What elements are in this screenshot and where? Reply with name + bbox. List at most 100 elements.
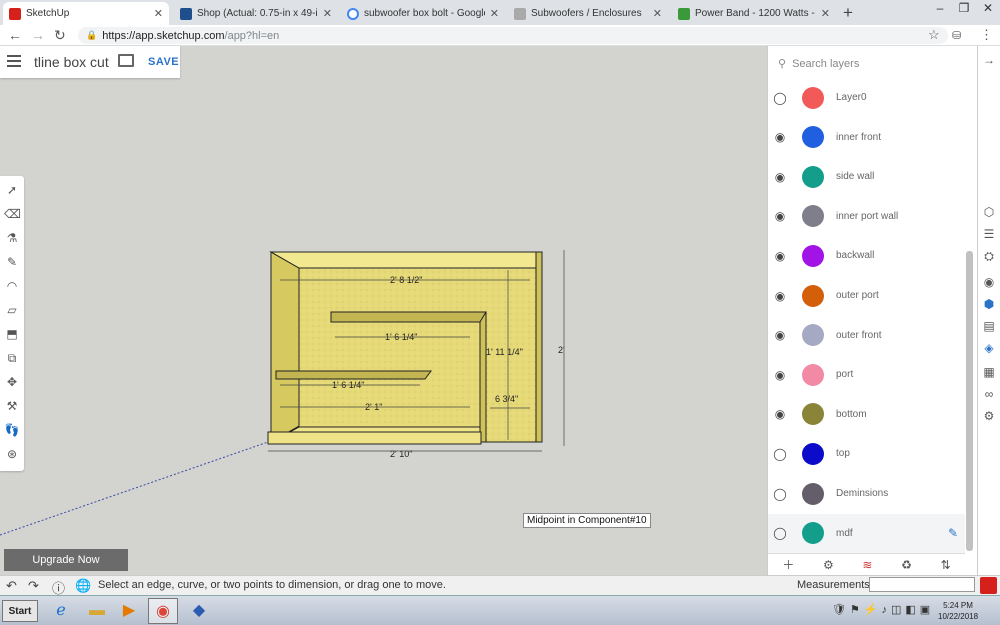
layer-color-swatch[interactable] [802,205,824,228]
url-field[interactable]: 🔒 https://app.sketchup.com /app?hl=en [78,27,948,44]
move-tool-icon[interactable]: ✥ [4,374,20,390]
tab-power-band[interactable]: Power Band - 1200 Watts - SoundQ ✕ [672,2,836,25]
search-layers-input[interactable]: Search layers [792,58,859,70]
eye-visible-icon[interactable]: ◉ [773,209,787,223]
materials-icon[interactable]: ◉ [981,274,997,290]
tab-sketchup[interactable]: SketchUp ✕ [3,2,169,25]
layer-search[interactable]: ⚲ Search layers [778,57,859,71]
paint-bucket-icon[interactable]: ⚗ [4,230,20,246]
sketchup-taskbar-icon[interactable]: ◆ [184,598,214,624]
layer-name[interactable]: outer port [836,290,879,301]
reload-icon[interactable]: ↻ [54,27,66,44]
push-pull-tool-icon[interactable]: ⬒ [4,326,20,342]
measurements-input[interactable] [869,577,975,592]
orbit-tool-icon[interactable]: ⊛ [4,446,20,462]
layer-name[interactable]: backwall [836,250,874,261]
layer-row[interactable]: ◯ Layer0 [768,78,965,117]
eye-visible-icon[interactable]: ◉ [773,170,787,184]
save-button[interactable]: SAVE [148,56,179,68]
menu-hamburger-icon[interactable] [7,55,21,67]
layer-name[interactable]: inner port wall [836,211,898,222]
layer-color-swatch[interactable] [802,522,824,545]
open-folder-icon[interactable] [118,54,134,67]
new-tab-icon[interactable]: + [843,3,853,23]
layer-row[interactable]: ◯ Deminsions [768,474,965,513]
extension-icon[interactable]: ⛁ [952,29,961,42]
tab-subwoofers[interactable]: Subwoofers / Enclosures ✕ [508,2,668,25]
eye-visible-icon[interactable]: ◉ [773,328,787,342]
globe-icon[interactable]: 🌐 [75,578,91,594]
display-icon[interactable]: ∞ [981,386,997,402]
eye-hidden-icon[interactable]: ◯ [773,487,787,501]
layer-name[interactable]: port [836,369,853,380]
pencil-tool-icon[interactable]: ✎ [4,254,20,270]
layers-icon[interactable]: ◈ [981,340,997,356]
styles-icon[interactable]: ⬢ [981,296,997,312]
walk-tool-icon[interactable]: 👣 [4,422,20,438]
layer-name[interactable]: side wall [836,171,874,182]
layer-options-icon[interactable]: ⚙ [823,558,834,572]
layer-name[interactable]: bottom [836,409,867,420]
eye-hidden-icon[interactable]: ◯ [773,91,787,105]
clock[interactable]: 5:24 PM 10/22/2018 [938,600,978,622]
sort-layers-icon[interactable]: ⇅ [941,558,951,572]
eye-hidden-icon[interactable]: ◯ [773,447,787,461]
eye-hidden-icon[interactable]: ◯ [773,526,787,540]
close-tab-icon[interactable]: ✕ [653,7,662,20]
offset-tool-icon[interactable]: ⧉ [4,350,20,366]
layer-row[interactable]: ◉ backwall [768,236,965,275]
arc-tool-icon[interactable]: ◠ [4,278,20,294]
eye-visible-icon[interactable]: ◉ [773,289,787,303]
scenes-icon[interactable]: ▦ [981,364,997,380]
start-button[interactable]: Start [2,600,38,622]
layer-row[interactable]: ◯ top [768,434,965,473]
file-name[interactable]: tline box cut [34,54,109,70]
layer-color-swatch[interactable] [802,324,824,347]
close-tab-icon[interactable]: ✕ [323,7,332,20]
eye-visible-icon[interactable]: ◉ [773,249,787,263]
collapse-panel-icon[interactable]: → [981,52,997,68]
layer-name[interactable]: top [836,448,850,459]
layer-name[interactable]: inner front [836,132,881,143]
components-icon[interactable]: ⛭ [981,248,997,264]
panel-scrollbar[interactable] [966,251,973,551]
entity-info-icon[interactable]: ⬡ [981,204,997,220]
eraser-tool-icon[interactable]: ⌫ [4,206,21,222]
outliner-icon[interactable]: ▤ [981,318,997,334]
rectangle-tool-icon[interactable]: ▱ [4,302,20,318]
upgrade-now-button[interactable]: Upgrade Now [4,549,128,571]
layer-color-swatch[interactable] [802,442,824,465]
layer-color-swatch[interactable] [802,165,824,188]
purge-layers-icon[interactable]: ♻ [901,558,912,572]
instructor-icon[interactable]: ☰ [981,226,997,242]
layer-color-swatch[interactable] [802,284,824,307]
eye-visible-icon[interactable]: ◉ [773,368,787,382]
media-player-icon[interactable]: ▶ [114,598,144,624]
layer-row[interactable]: ◉ outer port [768,276,965,315]
chrome-icon[interactable]: ◉ [148,598,178,624]
layer-color-swatch[interactable] [802,86,824,109]
close-tab-icon[interactable]: ✕ [821,7,830,20]
layer-row[interactable]: ◉ inner front [768,118,965,157]
layer-row[interactable]: ◉ outer front [768,316,965,355]
layer-color-swatch[interactable] [802,363,824,386]
add-layer-icon[interactable]: ＋ [782,556,794,573]
close-window-icon[interactable]: ✕ [976,0,1000,20]
undo-icon[interactable]: ↶ [6,578,17,594]
solid-tools-icon[interactable]: ⚙ [981,408,997,424]
restore-icon[interactable]: ❐ [952,0,976,20]
layer-color-swatch[interactable] [802,482,824,505]
redo-icon[interactable]: ↷ [28,578,39,594]
layer-row[interactable]: ◉ inner port wall [768,197,965,236]
modeling-viewport[interactable]: 2' 8 1/2" 1' 6 1/4" 1' 6 1/4" 2' 1" 1' 1… [0,46,767,575]
layer-name[interactable]: Deminsions [836,488,888,499]
layer-color-swatch[interactable] [802,126,824,149]
layer-name[interactable]: mdf [836,528,853,539]
layer-row[interactable]: ◉ bottom [768,395,965,434]
tape-measure-icon[interactable]: ⚒ [4,398,20,414]
tab-google-search[interactable]: subwoofer box bolt - Google Search ✕ [341,2,505,25]
layer-row[interactable]: ◯ mdf ✎ [768,513,965,553]
bookmark-star-icon[interactable]: ☆ [928,27,940,43]
close-tab-icon[interactable]: ✕ [154,7,163,20]
select-tool-icon[interactable]: ➚ [4,182,20,198]
